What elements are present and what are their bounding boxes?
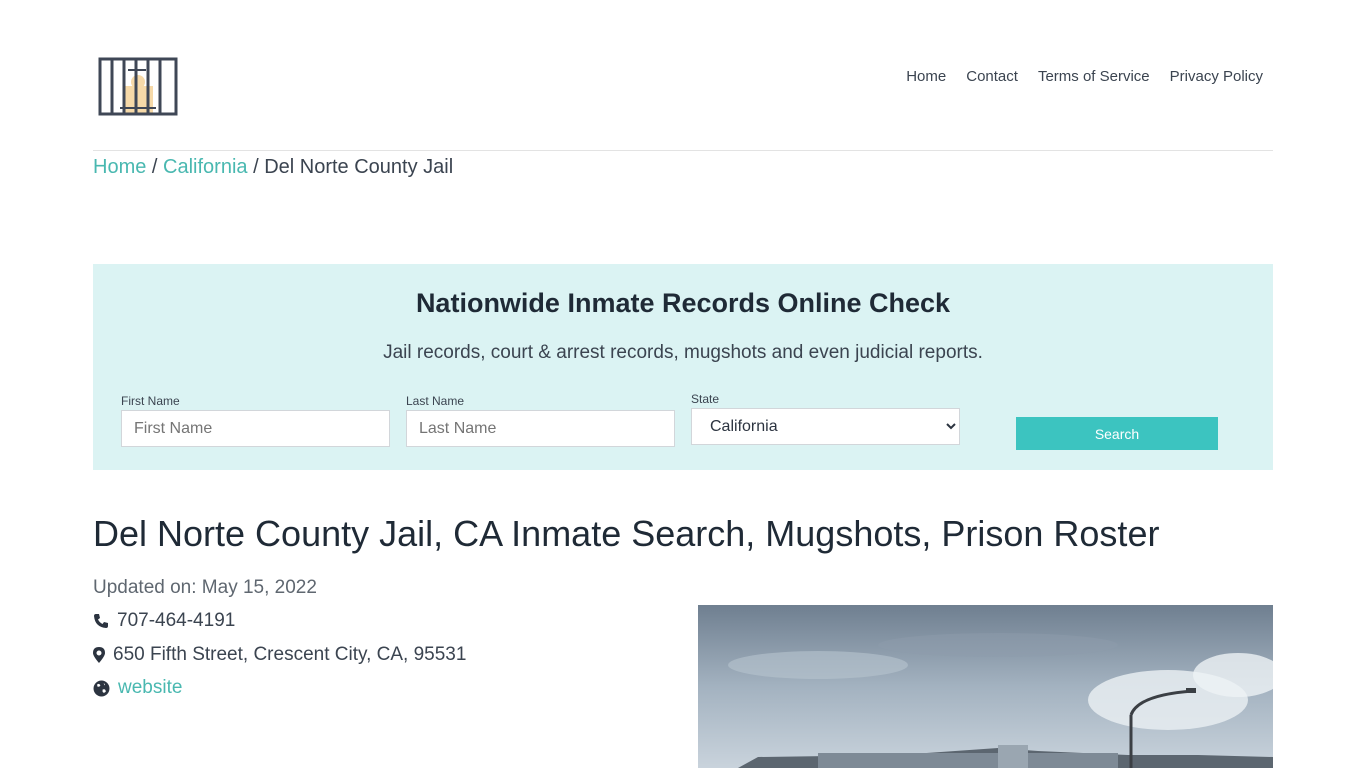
state-select[interactable]: California <box>691 408 960 445</box>
first-name-group: First Name <box>121 394 390 447</box>
page-title: Del Norte County Jail, CA Inmate Search,… <box>93 513 1160 554</box>
first-name-input[interactable] <box>121 410 390 447</box>
globe-icon <box>93 680 110 696</box>
last-name-label: Last Name <box>406 394 465 408</box>
nav-terms[interactable]: Terms of Service <box>1038 68 1150 85</box>
breadcrumb-current: Del Norte County Jail <box>264 156 454 178</box>
nav-contact[interactable]: Contact <box>966 68 1018 85</box>
jail-building-photo <box>698 605 1273 768</box>
breadcrumb-state[interactable]: California <box>163 156 247 178</box>
search-button[interactable]: Search <box>1016 417 1218 450</box>
inmate-search-panel: Nationwide Inmate Records Online Check J… <box>93 264 1273 470</box>
address-text: 650 Fifth Street, Crescent City, CA, 955… <box>113 644 467 665</box>
last-name-group: Last Name <box>406 394 675 447</box>
breadcrumb-home[interactable]: Home <box>93 156 146 178</box>
nav-home[interactable]: Home <box>906 68 946 85</box>
phone-row: 707-464-4191 <box>93 610 235 632</box>
map-marker-icon <box>93 647 105 663</box>
updated-date: Updated on: May 15, 2022 <box>93 577 317 598</box>
site-header: Home Contact Terms of Service Privacy Po… <box>93 0 1273 151</box>
website-row: website <box>93 677 182 699</box>
nav-privacy[interactable]: Privacy Policy <box>1170 68 1263 85</box>
jail-photo-image <box>698 605 1273 768</box>
phone-icon <box>94 614 108 628</box>
jail-logo-icon[interactable] <box>98 56 178 116</box>
address-row: 650 Fifth Street, Crescent City, CA, 955… <box>93 644 466 666</box>
breadcrumb-separator: / <box>146 156 164 178</box>
website-link[interactable]: website <box>118 677 182 699</box>
phone-number: 707-464-4191 <box>117 610 236 631</box>
last-name-input[interactable] <box>406 410 675 447</box>
search-title: Nationwide Inmate Records Online Check <box>415 288 951 318</box>
state-group: State California <box>691 392 960 445</box>
first-name-label: First Name <box>121 394 180 408</box>
breadcrumb-separator: / <box>247 156 265 178</box>
state-label: State <box>691 392 720 406</box>
breadcrumb: Home / California / Del Norte County Jai… <box>93 156 453 179</box>
top-nav: Home Contact Terms of Service Privacy Po… <box>906 68 1263 85</box>
search-subtitle: Jail records, court & arrest records, mu… <box>383 342 983 363</box>
